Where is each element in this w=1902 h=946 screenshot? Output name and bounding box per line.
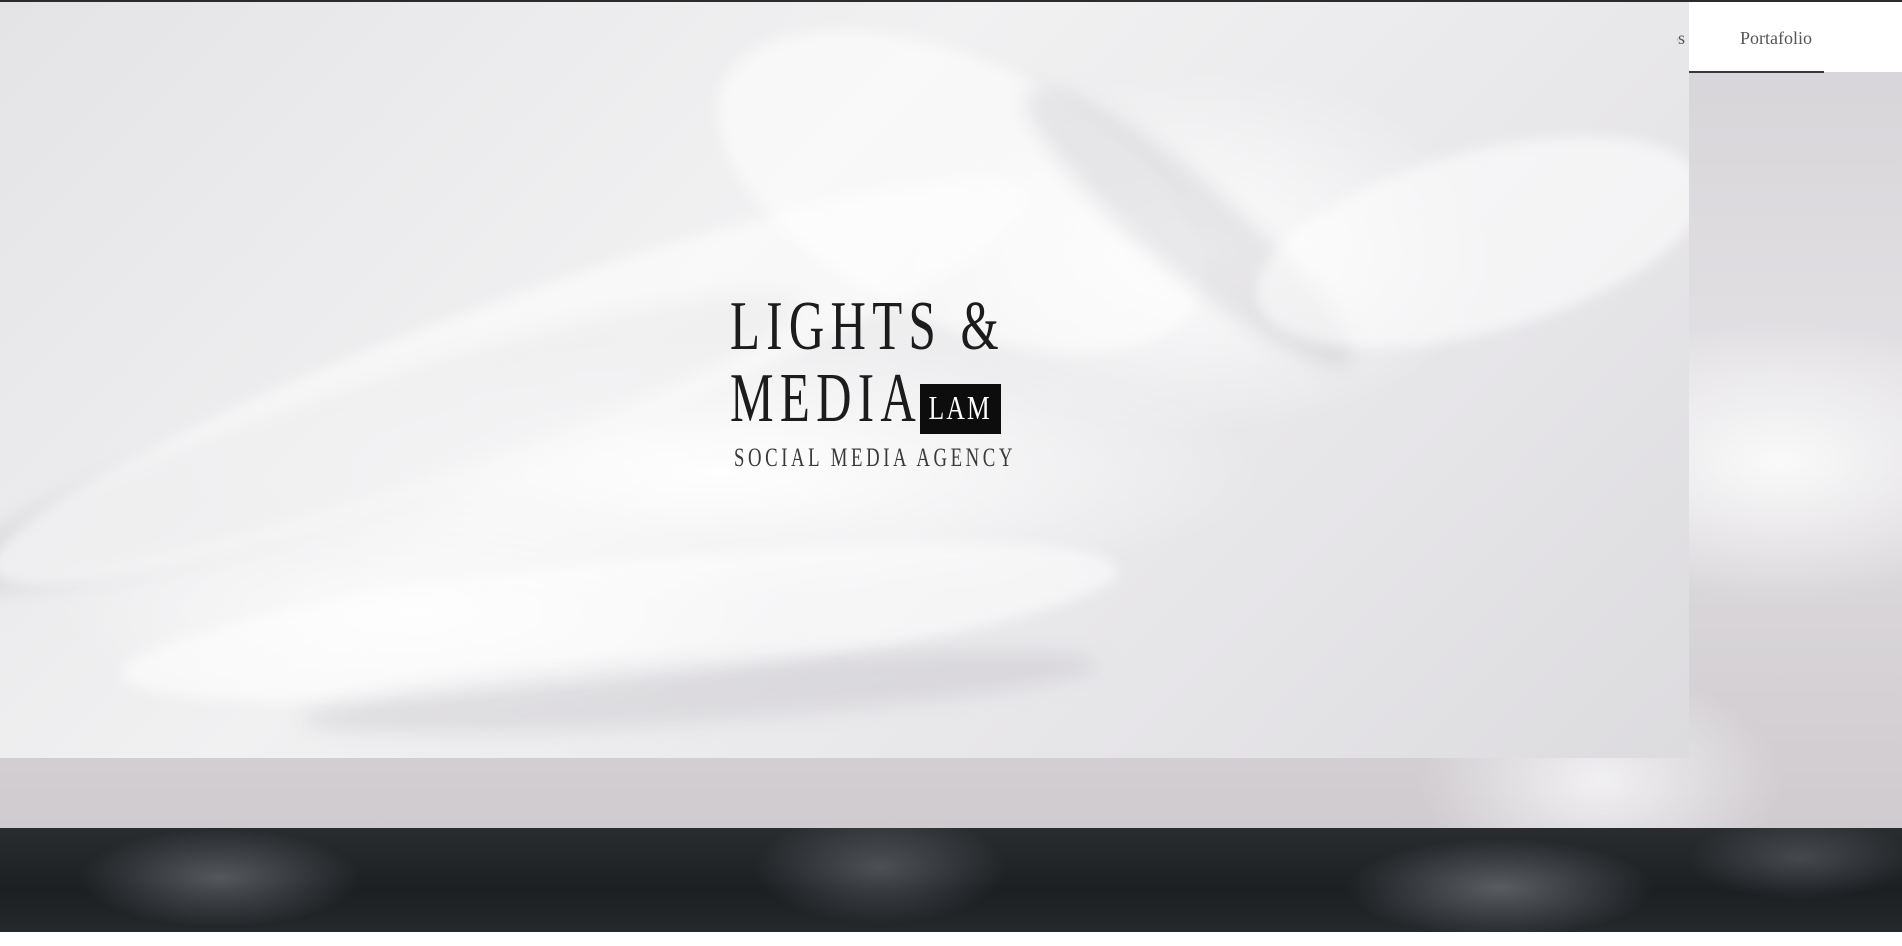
- page-bottom-strip: [0, 932, 1902, 946]
- logo-tagline: SOCIAL MEDIA AGENCY: [734, 443, 1016, 472]
- nav-item-portafolio[interactable]: Portafolio: [1740, 28, 1812, 49]
- dark-satin-section: [0, 828, 1902, 932]
- brand-logo: LIGHTS & MEDIA LAM SOCIAL MEDIA AGENCY: [730, 288, 1020, 474]
- nav-item-partial-label: os: [1677, 28, 1686, 48]
- top-navigation: os Portafolio: [1677, 2, 1902, 73]
- logo-badge-text: LAM: [928, 390, 993, 427]
- nav-item-partial[interactable]: os: [1677, 28, 1701, 49]
- hero-banner: LIGHTS & MEDIA LAM SOCIAL MEDIA AGENCY: [0, 2, 1689, 758]
- logo-line-2: MEDIA: [730, 360, 923, 437]
- logo-badge: LAM: [920, 384, 1001, 434]
- nav-active-underline: [1689, 71, 1824, 73]
- logo-line-1: LIGHTS &: [730, 288, 1005, 365]
